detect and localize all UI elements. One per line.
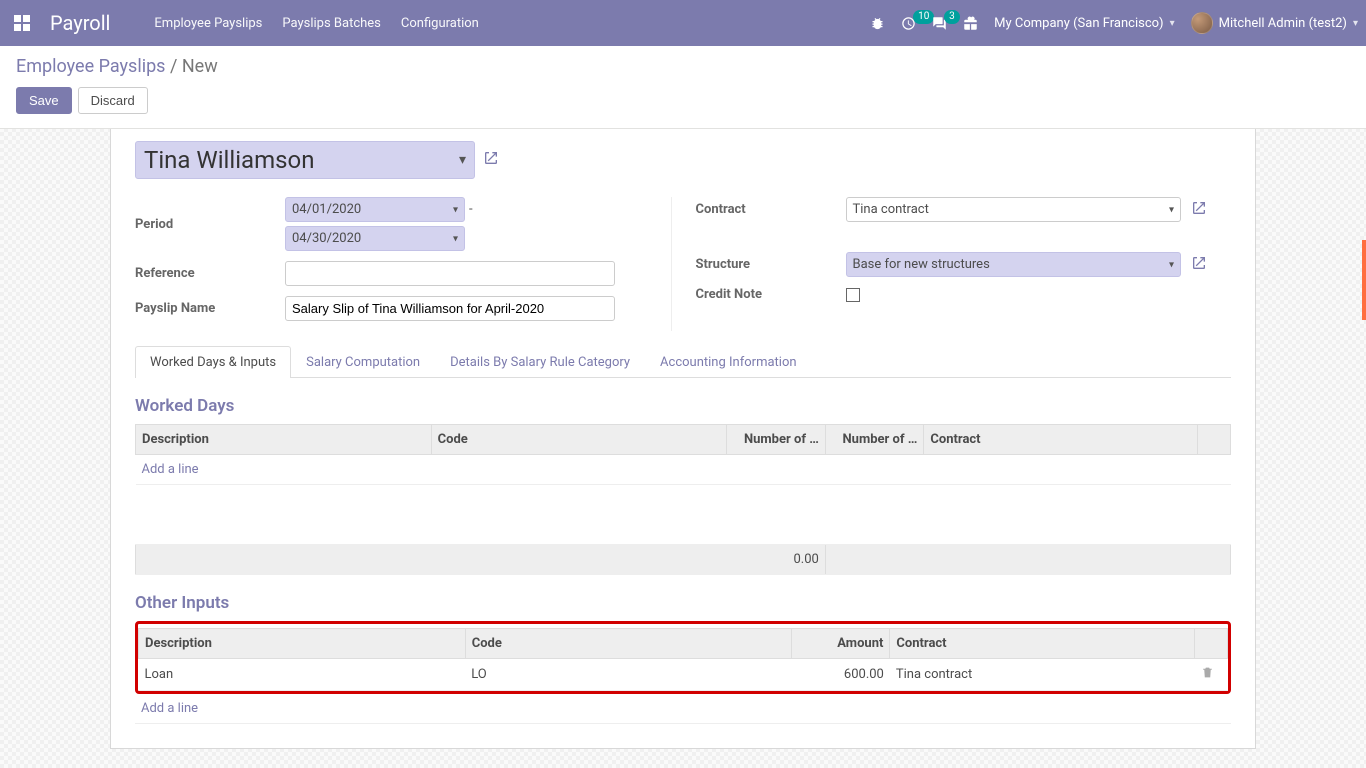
cell-amount[interactable]: 600.00 xyxy=(792,659,890,691)
breadcrumb: Employee Payslips / New xyxy=(16,56,1350,77)
nav-menu-configuration[interactable]: Configuration xyxy=(401,16,479,31)
other-inputs-addline-table: Add a line xyxy=(135,694,1231,724)
table-row: Add a line xyxy=(136,455,1231,485)
credit-note-label: Credit Note xyxy=(696,287,846,302)
col-action xyxy=(1195,629,1228,659)
caret-icon: ▾ xyxy=(1353,18,1358,29)
add-line-other-inputs[interactable]: Add a line xyxy=(141,701,198,716)
period-sep: - xyxy=(469,202,473,217)
period-from-input[interactable]: 04/01/2020 ▾ xyxy=(285,197,465,222)
col-number-of-hours[interactable]: Number of … xyxy=(825,425,924,455)
form-col-right: Contract Tina contract ▾ Structure xyxy=(671,197,1232,331)
nav-right: 10 3 My Company (San Francisco) ▾ Mitche… xyxy=(870,12,1358,34)
contract-select[interactable]: Tina contract ▾ xyxy=(846,197,1182,222)
add-line-worked-days[interactable]: Add a line xyxy=(142,462,199,477)
col-code[interactable]: Code xyxy=(431,425,727,455)
user-label: Mitchell Admin (test2) xyxy=(1219,16,1347,31)
other-inputs-heading: Other Inputs xyxy=(135,593,1231,613)
tab-accounting-info[interactable]: Accounting Information xyxy=(645,346,812,378)
contract-value: Tina contract xyxy=(853,202,929,217)
other-inputs-highlight: Description Code Amount Contract Loan LO… xyxy=(135,621,1231,694)
structure-value: Base for new structures xyxy=(853,257,990,272)
external-link-icon[interactable] xyxy=(1191,200,1207,220)
form-sheet: Tina Williamson ▾ Period 04/01/2020 ▾ xyxy=(110,129,1256,749)
employee-select[interactable]: Tina Williamson ▾ xyxy=(135,141,475,179)
avatar xyxy=(1191,12,1213,34)
period-to-input[interactable]: 04/30/2020 ▾ xyxy=(285,226,465,251)
payslip-name-input[interactable] xyxy=(285,296,615,321)
other-inputs-table: Description Code Amount Contract Loan LO… xyxy=(138,628,1228,691)
col-description[interactable]: Description xyxy=(136,425,432,455)
apps-menu-icon[interactable] xyxy=(8,9,36,37)
delete-row-icon[interactable] xyxy=(1195,659,1228,691)
col-contract[interactable]: Contract xyxy=(890,629,1195,659)
action-buttons: Save Discard xyxy=(16,87,1350,114)
table-header-row: Description Code Amount Contract xyxy=(139,629,1228,659)
col-action xyxy=(1198,425,1231,455)
table-row[interactable]: Loan LO 600.00 Tina contract xyxy=(139,659,1228,691)
chevron-down-icon: ▾ xyxy=(1169,259,1174,270)
cell-description[interactable]: Loan xyxy=(139,659,466,691)
col-contract[interactable]: Contract xyxy=(924,425,1198,455)
employee-row: Tina Williamson ▾ xyxy=(135,141,1231,179)
discuss-badge: 3 xyxy=(944,10,960,24)
col-number-of-days[interactable]: Number of … xyxy=(727,425,826,455)
form-col-left: Period 04/01/2020 ▾ - 04/30/2020 ▾ xyxy=(135,197,671,331)
table-footer-row: 0.00 xyxy=(136,545,1231,575)
worked-days-heading: Worked Days xyxy=(135,396,1231,416)
reference-input[interactable] xyxy=(285,261,615,286)
nav-menu-payslips-batches[interactable]: Payslips Batches xyxy=(282,16,381,31)
cell-code[interactable]: LO xyxy=(465,659,792,691)
chevron-down-icon: ▾ xyxy=(453,204,458,215)
structure-select[interactable]: Base for new structures ▾ xyxy=(846,252,1182,277)
bug-icon[interactable] xyxy=(870,16,885,31)
table-header-row: Description Code Number of … Number of …… xyxy=(136,425,1231,455)
chevron-down-icon: ▾ xyxy=(453,233,458,244)
credit-note-checkbox[interactable] xyxy=(846,288,860,302)
navbar: Payroll Employee Payslips Payslips Batch… xyxy=(0,0,1366,46)
period-label: Period xyxy=(135,217,285,232)
brand[interactable]: Payroll xyxy=(50,11,110,35)
chevron-down-icon: ▾ xyxy=(459,152,466,168)
breadcrumb-current: New xyxy=(182,56,218,77)
chevron-down-icon: ▾ xyxy=(1169,204,1174,215)
col-amount[interactable]: Amount xyxy=(792,629,890,659)
breadcrumb-sep: / xyxy=(170,56,177,77)
tab-details-rule-category[interactable]: Details By Salary Rule Category xyxy=(435,346,645,378)
company-label: My Company (San Francisco) xyxy=(994,16,1163,31)
contract-label: Contract xyxy=(696,202,846,217)
control-panel: Employee Payslips / New Save Discard xyxy=(0,46,1366,129)
table-spacer xyxy=(136,485,1231,545)
nav-menu: Employee Payslips Payslips Batches Confi… xyxy=(154,16,478,31)
nav-menu-employee-payslips[interactable]: Employee Payslips xyxy=(154,16,262,31)
tabs: Worked Days & Inputs Salary Computation … xyxy=(135,345,1231,378)
tab-worked-days-inputs[interactable]: Worked Days & Inputs xyxy=(135,346,291,378)
payslip-name-label: Payslip Name xyxy=(135,301,285,316)
company-selector[interactable]: My Company (San Francisco) ▾ xyxy=(994,16,1174,31)
worked-days-table: Description Code Number of … Number of …… xyxy=(135,424,1231,575)
save-button[interactable]: Save xyxy=(16,87,72,114)
activities-icon[interactable]: 10 xyxy=(901,16,916,31)
period-to-value: 04/30/2020 xyxy=(292,231,361,246)
discuss-icon[interactable]: 3 xyxy=(932,16,947,31)
scrollbar-hint[interactable] xyxy=(1362,240,1366,320)
tab-salary-computation[interactable]: Salary Computation xyxy=(291,346,435,378)
caret-icon: ▾ xyxy=(1170,18,1175,29)
external-link-icon[interactable] xyxy=(483,150,499,170)
employee-value: Tina Williamson xyxy=(144,146,314,174)
footer-total: 0.00 xyxy=(136,545,826,575)
breadcrumb-parent[interactable]: Employee Payslips xyxy=(16,56,165,77)
external-link-icon[interactable] xyxy=(1191,255,1207,275)
gift-icon[interactable] xyxy=(963,16,978,31)
discard-button[interactable]: Discard xyxy=(78,87,148,114)
col-code[interactable]: Code xyxy=(465,629,792,659)
col-description[interactable]: Description xyxy=(139,629,466,659)
period-from-value: 04/01/2020 xyxy=(292,202,361,217)
structure-label: Structure xyxy=(696,257,846,272)
user-menu[interactable]: Mitchell Admin (test2) ▾ xyxy=(1191,12,1358,34)
reference-label: Reference xyxy=(135,266,285,281)
table-row: Add a line xyxy=(135,694,1231,724)
cell-contract[interactable]: Tina contract xyxy=(890,659,1195,691)
